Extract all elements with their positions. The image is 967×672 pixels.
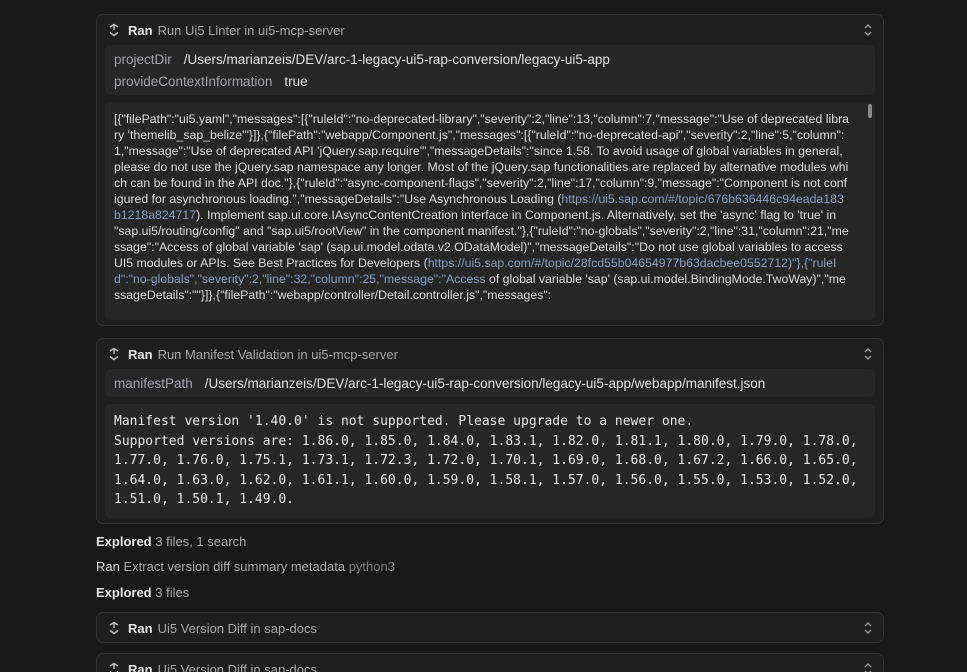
ran-label: Ran [128,620,153,636]
param-row: projectDir /Users/marianzeis/DEV/arc-1-l… [114,48,866,70]
linter-output[interactable]: [{"filePath":"ui5.yaml","messages":[{"ru… [105,102,875,320]
param-value: true [284,73,308,89]
param-key: projectDir [114,51,172,67]
activity-verb: Explored [96,585,152,600]
ran-label: Ran [128,346,153,362]
version-diff-card: Ran Ui5 Version Diff in sap-docs [96,612,884,643]
params-block: manifestPath /Users/marianzeis/DEV/arc-1… [105,369,875,397]
chevron-up-down-icon[interactable] [863,347,873,361]
activity-text: 3 files [155,585,190,600]
scrollbar[interactable] [868,104,872,118]
activity-item[interactable]: Ran Extract version diff summary metadat… [96,559,395,574]
manifest-output-text: Manifest version '1.40.0' is not support… [114,414,858,507]
ran-label: Ran [128,661,153,672]
tool-icon [107,347,121,361]
tool-icon [107,621,121,635]
manifest-card-header[interactable]: Ran Run Manifest Validation in ui5-mcp-s… [97,339,883,369]
chevron-up-down-icon[interactable] [863,621,873,635]
version-diff-card-header[interactable]: Ran Ui5 Version Diff in sap-docs [97,654,883,672]
param-row: manifestPath /Users/marianzeis/DEV/arc-1… [114,372,866,394]
version-diff-card-header[interactable]: Ran Ui5 Version Diff in sap-docs [97,613,883,643]
tool-icon [107,23,121,37]
activity-verb: Explored [96,534,152,549]
param-value: /Users/marianzeis/DEV/arc-1-legacy-ui5-r… [204,375,766,391]
activity-text: 3 files, 1 search [155,534,247,549]
linter-output-text: [{"filePath":"ui5.yaml","messages":[{"ru… [105,102,875,303]
manifest-card: Ran Run Manifest Validation in ui5-mcp-s… [96,338,884,524]
tool-title: Ui5 Version Diff in sap-docs [157,661,318,672]
tool-title: Run Ui5 Linter in ui5-mcp-server [157,22,345,38]
manifest-output[interactable]: Manifest version '1.40.0' is not support… [105,404,875,518]
param-value: /Users/marianzeis/DEV/arc-1-legacy-ui5-r… [183,51,610,67]
activity-item[interactable]: Explored 3 files [96,585,189,600]
chevron-up-down-icon[interactable] [863,662,873,672]
linter-card: Ran Run Ui5 Linter in ui5-mcp-server pro… [96,14,884,326]
tool-icon [107,662,121,672]
activity-suffix: python3 [348,559,395,574]
chevron-up-down-icon[interactable] [863,23,873,37]
param-key: provideContextInformation [114,73,273,89]
ran-label: Ran [128,22,153,38]
tool-title: Ui5 Version Diff in sap-docs [157,620,318,636]
version-diff-card: Ran Ui5 Version Diff in sap-docs [96,653,884,672]
tool-title: Run Manifest Validation in ui5-mcp-serve… [157,346,398,362]
activity-verb: Ran [96,559,120,574]
param-row: provideContextInformation true [114,70,866,92]
params-block: projectDir /Users/marianzeis/DEV/arc-1-l… [105,45,875,95]
param-key: manifestPath [114,375,193,391]
activity-item[interactable]: Explored 3 files, 1 search [96,534,246,549]
activity-text: Extract version diff summary metadata [123,559,346,574]
linter-card-header[interactable]: Ran Run Ui5 Linter in ui5-mcp-server [97,15,883,45]
